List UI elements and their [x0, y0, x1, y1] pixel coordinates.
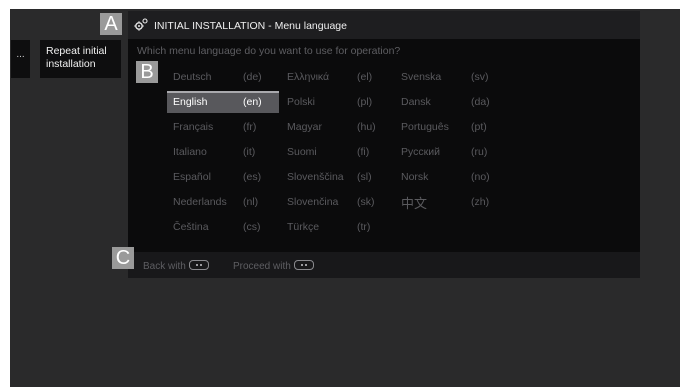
language-code: (nl): [243, 196, 259, 208]
language-name: Français: [173, 121, 214, 133]
language-code: (it): [243, 146, 256, 158]
language-option[interactable]: Ελληνικά (el): [281, 66, 393, 88]
language-name: Magyar: [287, 121, 323, 133]
language-option[interactable]: Español (es): [167, 166, 279, 188]
proceed-hint[interactable]: Proceed with: [233, 260, 314, 272]
language-code: (sv): [471, 71, 489, 83]
language-name: Čeština: [173, 221, 209, 233]
language-name: Slovenščina: [287, 171, 344, 183]
language-code: (el): [357, 71, 373, 83]
language-option[interactable]: Svenska (sv): [395, 66, 507, 88]
language-name: Polski: [287, 96, 316, 108]
language-code: (fi): [357, 146, 370, 158]
language-option[interactable]: Čeština (cs): [167, 216, 279, 238]
language-name: Dansk: [401, 96, 431, 108]
language-code: (en): [243, 96, 262, 108]
remote-key-icon: [293, 260, 314, 271]
language-option[interactable]: Français (fr): [167, 116, 279, 138]
language-name: Svenska: [401, 71, 442, 83]
language-code: (fr): [243, 121, 257, 133]
language-name: Deutsch: [173, 71, 212, 83]
language-name: English: [173, 96, 208, 108]
language-option[interactable]: Norsk (no): [395, 166, 507, 188]
dialog-footer: Back with Proceed with: [128, 252, 640, 278]
language-option[interactable]: Polski (pl): [281, 91, 393, 113]
language-option[interactable]: English (en): [167, 91, 279, 113]
language-name: 中文: [401, 196, 428, 211]
language-option[interactable]: Türkçe (tr): [281, 216, 393, 238]
language-code: (da): [471, 96, 490, 108]
language-name: Português: [401, 121, 449, 133]
back-hint[interactable]: Back with: [143, 260, 209, 272]
language-code: (cs): [243, 221, 261, 233]
remote-key-icon: [188, 260, 209, 271]
language-code: (tr): [357, 221, 371, 233]
callout-b: B: [136, 61, 158, 83]
language-option[interactable]: Magyar (hu): [281, 116, 393, 138]
language-code: (hu): [357, 121, 376, 133]
language-name: Türkçe: [287, 221, 320, 233]
language-option[interactable]: Slovenščina (sl): [281, 166, 393, 188]
language-code: (sl): [357, 171, 372, 183]
sidebar-item-repeat-installation[interactable]: Repeat initial installation: [40, 40, 121, 78]
menu-language-dialog: INITIAL INSTALLATION - Menu language Whi…: [128, 11, 640, 278]
language-name: Español: [173, 171, 211, 183]
language-name: Русский: [401, 146, 440, 158]
language-code: (ru): [471, 146, 488, 158]
callout-c: C: [112, 247, 134, 269]
language-option[interactable]: Italiano (it): [167, 141, 279, 163]
language-option[interactable]: Dansk (da): [395, 91, 507, 113]
dialog-title: INITIAL INSTALLATION - Menu language: [154, 20, 347, 32]
language-code: (pl): [357, 96, 373, 108]
language-option[interactable]: Slovenčina (sk): [281, 191, 393, 213]
proceed-hint-label: Proceed with: [233, 261, 291, 272]
language-option[interactable]: Nederlands (nl): [167, 191, 279, 213]
language-code: (de): [243, 71, 262, 83]
language-option[interactable]: Русский (ru): [395, 141, 507, 163]
language-name: Slovenčina: [287, 196, 339, 208]
sidebar-item-label: Repeat initial installation: [46, 45, 107, 70]
language-name: Suomi: [287, 146, 317, 158]
gear-icon: [134, 18, 148, 31]
language-option[interactable]: Português (pt): [395, 116, 507, 138]
language-option[interactable]: 中文 (zh): [395, 191, 507, 213]
sidebar-more-label: ...: [16, 49, 25, 60]
language-name: Italiano: [173, 146, 207, 158]
dialog-title-bar: INITIAL INSTALLATION - Menu language: [128, 11, 640, 39]
language-question: Which menu language do you want to use f…: [137, 45, 401, 57]
language-option[interactable]: Suomi (fi): [281, 141, 393, 163]
language-name: Ελληνικά: [287, 71, 330, 83]
language-code: (zh): [471, 196, 490, 208]
language-name: Norsk: [401, 171, 429, 183]
language-code: (es): [243, 171, 262, 183]
back-hint-label: Back with: [143, 261, 186, 272]
callout-a: A: [100, 13, 122, 35]
sidebar-more-item[interactable]: ...: [11, 40, 30, 78]
language-code: (sk): [357, 196, 375, 208]
language-name: Nederlands: [173, 196, 227, 208]
language-option[interactable]: Deutsch (de): [167, 66, 279, 88]
language-code: (no): [471, 171, 490, 183]
language-code: (pt): [471, 121, 487, 133]
